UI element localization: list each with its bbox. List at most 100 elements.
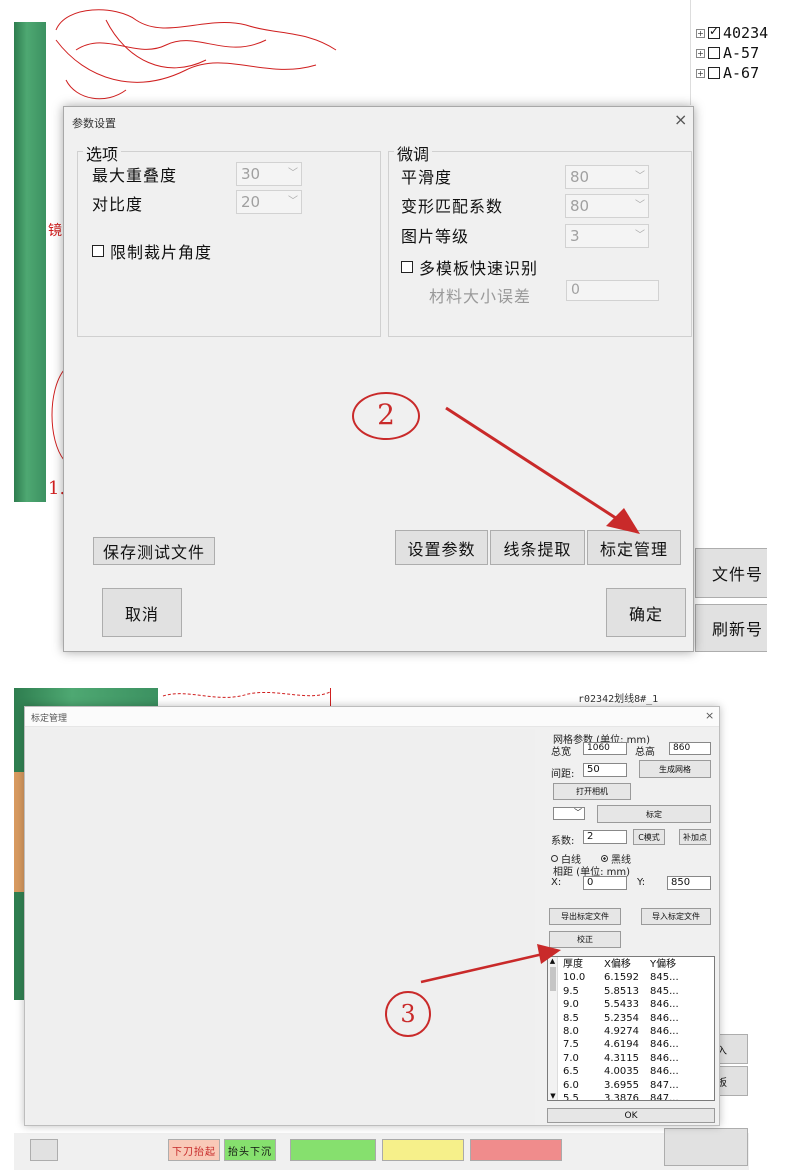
deform-label: 变形匹配系数 bbox=[401, 197, 504, 216]
multi-template-checkbox[interactable]: 多模板快速识别 bbox=[401, 255, 538, 279]
checkbox-icon[interactable] bbox=[401, 261, 413, 273]
image-level-select[interactable]: 3 ﹀ bbox=[565, 224, 649, 248]
offset-table[interactable]: ▲ ▼ 厚度 X偏移 Y偏移 10.0 6.1592 845... 9.5 5.851… bbox=[547, 956, 715, 1101]
checkbox-icon[interactable] bbox=[708, 47, 720, 59]
calibrate-button[interactable]: 标定 bbox=[597, 805, 711, 823]
tune-legend: 微调 bbox=[394, 141, 433, 165]
scroll-down-icon[interactable]: ▼ bbox=[548, 1092, 558, 1100]
checkbox-icon[interactable] bbox=[708, 24, 720, 39]
table-row[interactable]: 6.5 4.0035 846... bbox=[560, 1065, 714, 1078]
bottom-screenshot: r02342划线8#_1 入 板 下刀抬起 抬头下沉 标定管理 × 网格参数 (… bbox=[0, 688, 793, 1170]
tree-item-label: 40234 bbox=[723, 24, 769, 42]
open-camera-button[interactable]: 打开相机 bbox=[553, 783, 631, 800]
top-green-strip bbox=[14, 22, 46, 502]
tree-item-2[interactable]: + A-67 bbox=[696, 64, 759, 82]
yellow-status-bar bbox=[382, 1139, 464, 1161]
table-row[interactable]: 9.0 5.5433 846... bbox=[560, 998, 714, 1011]
tree-item-label: A-57 bbox=[723, 44, 760, 62]
spacing-label: 间距: bbox=[551, 769, 575, 780]
annotation-circle-3: 3 bbox=[385, 991, 431, 1037]
ok-button[interactable]: 确定 bbox=[606, 588, 686, 637]
table-row[interactable]: 8.0 4.9274 846... bbox=[560, 1025, 714, 1038]
bg-text-1: 镜 bbox=[48, 223, 62, 239]
dialog-titlebar bbox=[25, 707, 719, 727]
table-row[interactable]: 7.5 4.6194 846... bbox=[560, 1038, 714, 1051]
tree-item-label: A-67 bbox=[723, 64, 760, 82]
tree-item-0[interactable]: + 40234 bbox=[696, 24, 768, 42]
chevron-down-icon: ﹀ bbox=[574, 808, 582, 817]
total-height-label: 总高 bbox=[635, 747, 655, 758]
total-width-label: 总宽 bbox=[551, 747, 571, 758]
y-input[interactable]: 850 bbox=[667, 876, 711, 890]
head-down-button[interactable]: 抬头下沉 bbox=[224, 1139, 276, 1161]
annotation-circle-2: 2 bbox=[352, 392, 420, 440]
table-row[interactable]: 6.0 3.6955 847... bbox=[560, 1079, 714, 1092]
expand-icon[interactable]: + bbox=[696, 28, 705, 38]
knife-up-button[interactable]: 下刀抬起 bbox=[168, 1139, 220, 1161]
checkbox-icon[interactable] bbox=[708, 67, 720, 79]
close-icon[interactable]: × bbox=[674, 110, 687, 129]
coef-input[interactable]: 2 bbox=[583, 830, 627, 844]
max-overlap-label: 最大重叠度 bbox=[92, 166, 178, 185]
add-point-button[interactable]: 补加点 bbox=[679, 829, 711, 845]
cancel-button[interactable]: 取消 bbox=[102, 588, 182, 637]
chevron-down-icon: ﹀ bbox=[635, 171, 645, 182]
file-import-button[interactable]: 文件号 bbox=[695, 548, 767, 598]
mode-select[interactable]: ﹀ bbox=[553, 807, 585, 820]
expand-icon[interactable]: + bbox=[696, 48, 705, 58]
annotation-arrow-3 bbox=[420, 944, 561, 984]
import-calibration-button[interactable]: 导入标定文件 bbox=[641, 908, 711, 925]
y-label: Y: bbox=[637, 877, 646, 888]
chevron-down-icon: ﹀ bbox=[288, 196, 298, 207]
checkbox-icon[interactable] bbox=[92, 245, 104, 257]
pink-status-bar bbox=[470, 1139, 562, 1161]
table-row[interactable]: 7.0 4.3115 846... bbox=[560, 1052, 714, 1065]
contrast-label: 对比度 bbox=[92, 195, 144, 214]
close-icon[interactable]: × bbox=[705, 709, 714, 722]
radio-selected-icon[interactable] bbox=[601, 855, 608, 862]
chevron-down-icon: ﹀ bbox=[635, 230, 645, 241]
total-height-input[interactable]: 860 bbox=[669, 742, 711, 755]
ok-button[interactable]: OK bbox=[547, 1108, 715, 1123]
refresh-button[interactable]: 刷新号 bbox=[695, 604, 767, 652]
dialog-title: 标定管理 bbox=[31, 714, 68, 724]
green-status-bar bbox=[290, 1139, 376, 1161]
calibration-dialog: 标定管理 × 网格参数 (单位: mm) 总宽 1060 总高 860 间距: … bbox=[24, 706, 720, 1126]
max-overlap-select[interactable]: 30 ﹀ bbox=[236, 162, 302, 186]
table-row[interactable]: 10.0 6.1592 845... bbox=[560, 971, 714, 984]
generate-grid-button[interactable]: 生成网格 bbox=[639, 760, 711, 778]
coef-label: 系数: bbox=[551, 836, 575, 847]
table-row[interactable]: 9.5 5.8513 845... bbox=[560, 985, 714, 998]
x-input[interactable]: 0 bbox=[583, 876, 627, 890]
status-small-button[interactable] bbox=[30, 1139, 58, 1161]
table-body: 厚度 X偏移 Y偏移 10.0 6.1592 845... 9.5 5.8513 845… bbox=[560, 958, 714, 1100]
status-right-button[interactable] bbox=[664, 1128, 748, 1166]
tree-item-1[interactable]: + A-57 bbox=[696, 44, 759, 62]
radio-icon[interactable] bbox=[551, 855, 558, 862]
x-label: X: bbox=[551, 877, 562, 888]
camera-preview bbox=[27, 729, 535, 1125]
dialog-title: 参数设置 bbox=[72, 117, 116, 130]
top-screenshot: 镜 1. + 40234 + A-57 + A-67 文件号 刷新号 参数设置 … bbox=[0, 0, 793, 665]
bottom-red-divider bbox=[330, 688, 331, 706]
smooth-select[interactable]: 80 ﹀ bbox=[565, 165, 649, 189]
image-level-label: 图片等级 bbox=[401, 227, 470, 246]
material-size-input[interactable]: 0 bbox=[566, 280, 659, 301]
spacing-input[interactable]: 50 bbox=[583, 763, 627, 777]
total-width-input[interactable]: 1060 bbox=[583, 742, 627, 755]
table-header-row: 厚度 X偏移 Y偏移 bbox=[563, 959, 677, 970]
table-row[interactable]: 8.5 5.2354 846... bbox=[560, 1012, 714, 1025]
deform-select[interactable]: 80 ﹀ bbox=[565, 194, 649, 218]
chevron-down-icon: ﹀ bbox=[635, 200, 645, 211]
save-test-file-button[interactable]: 保存测试文件 bbox=[93, 537, 215, 565]
export-calibration-button[interactable]: 导出标定文件 bbox=[549, 908, 621, 925]
table-row[interactable]: 5.5 3.3876 847... bbox=[560, 1092, 714, 1100]
annotation-arrow-2 bbox=[445, 406, 640, 534]
mode-button[interactable]: C模式 bbox=[633, 829, 665, 845]
limit-angle-checkbox[interactable]: 限制裁片角度 bbox=[92, 239, 212, 263]
pattern-drawing bbox=[55, 9, 337, 100]
chevron-down-icon: ﹀ bbox=[288, 168, 298, 179]
params-dialog: 参数设置 × 选项 最大重叠度 30 ﹀ 对比度 20 ﹀ 限制裁片角度 微调 … bbox=[63, 106, 694, 652]
contrast-select[interactable]: 20 ﹀ bbox=[236, 190, 302, 214]
expand-icon[interactable]: + bbox=[696, 68, 705, 78]
